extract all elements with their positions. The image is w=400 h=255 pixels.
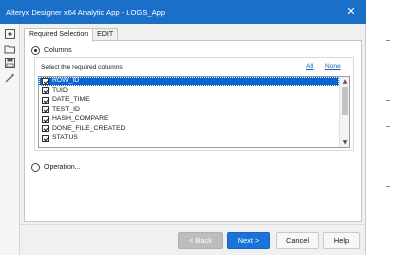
- columns-group-title: Select the required columns: [41, 64, 123, 71]
- background-mark: [386, 186, 390, 187]
- operation-radio[interactable]: [31, 163, 40, 172]
- footer-divider: [20, 224, 366, 225]
- tab-required-selection[interactable]: Required Selection: [24, 28, 94, 42]
- background-mark: [386, 40, 390, 41]
- checkbox[interactable]: [42, 106, 49, 114]
- list-item-label: TEST_ID: [52, 105, 80, 113]
- save-icon[interactable]: [4, 57, 16, 69]
- select-all-link[interactable]: All: [306, 63, 313, 70]
- analytic-app-dialog: Alteryx Designer x64 Analytic App - LOGS…: [0, 0, 366, 255]
- columns-radio-label: Columns: [44, 47, 72, 54]
- checkbox[interactable]: [42, 96, 49, 104]
- vertical-scrollbar[interactable]: ▲ ▼: [339, 77, 349, 147]
- checkbox[interactable]: [42, 125, 49, 133]
- list-item[interactable]: TEST_ID: [39, 106, 339, 115]
- list-item[interactable]: TUID: [39, 87, 339, 96]
- columns-radio[interactable]: [31, 46, 40, 55]
- background-mark: [386, 100, 390, 101]
- app-icon[interactable]: [4, 28, 16, 40]
- columns-group: Select the required columns All None ROW…: [34, 57, 354, 151]
- next-button[interactable]: Next >: [227, 232, 270, 249]
- list-item-label: HASH_COMPARE: [52, 115, 109, 123]
- select-none-link[interactable]: None: [325, 63, 341, 70]
- side-toolbar: [0, 24, 20, 255]
- checkbox[interactable]: [42, 87, 49, 95]
- close-icon[interactable]: ✕: [344, 5, 358, 19]
- tab-panel: Columns Select the required columns All …: [24, 40, 362, 222]
- list-item-label: DONE_FILE_CREATED: [52, 124, 126, 132]
- list-item-label: DATE_TIME: [52, 96, 90, 104]
- title-bar: Alteryx Designer x64 Analytic App - LOGS…: [0, 0, 366, 24]
- list-item-label: ROW_ID: [52, 77, 80, 85]
- window-title: Alteryx Designer x64 Analytic App - LOGS…: [6, 7, 166, 17]
- list-item-label: TUID: [52, 86, 68, 94]
- back-button[interactable]: < Back: [178, 232, 223, 249]
- list-item-label: STATUS: [52, 134, 78, 142]
- folder-open-icon[interactable]: [4, 43, 16, 55]
- cancel-button[interactable]: Cancel: [276, 232, 319, 249]
- help-button[interactable]: Help: [323, 232, 360, 249]
- operation-radio-label: Operation...: [44, 164, 81, 171]
- list-item[interactable]: DONE_FILE_CREATED: [39, 125, 339, 134]
- magic-wand-icon[interactable]: [4, 72, 16, 84]
- list-item[interactable]: ROW_ID: [39, 77, 339, 86]
- list-item[interactable]: DATE_TIME: [39, 96, 339, 105]
- list-item[interactable]: HASH_COMPARE: [39, 115, 339, 124]
- background-mark: [386, 126, 390, 127]
- checkbox[interactable]: [42, 115, 49, 123]
- checkbox[interactable]: [42, 77, 49, 85]
- background-window: [365, 0, 400, 255]
- scroll-thumb[interactable]: [342, 87, 348, 115]
- columns-listbox[interactable]: ROW_ID TUID DATE_TIME TEST_ID HASH_COMPA…: [38, 76, 350, 148]
- list-item[interactable]: STATUS: [39, 134, 339, 143]
- scroll-down-icon[interactable]: ▼: [340, 138, 349, 147]
- checkbox[interactable]: [42, 134, 49, 142]
- scroll-up-icon[interactable]: ▲: [340, 77, 349, 86]
